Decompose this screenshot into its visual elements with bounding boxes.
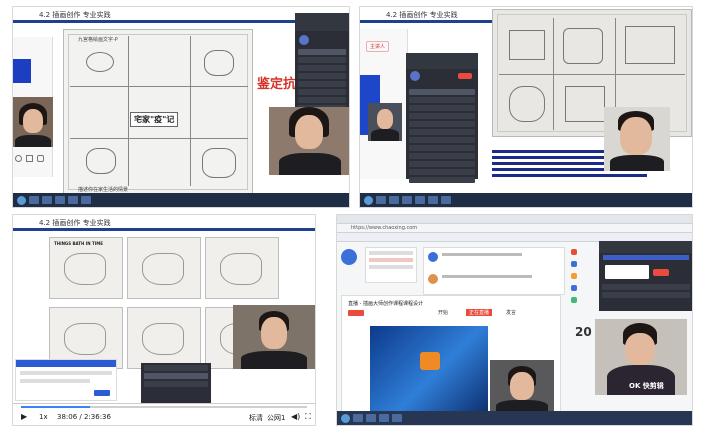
shared-desktop [370, 326, 488, 414]
slide-heading: 4.2 插画创作 专业实践 [13, 215, 315, 231]
screenshot-video-replay: 4.2 插画创作 专业实践 THINGS BATH IN TIME ▶ 1x 3… [12, 214, 316, 426]
live-indicator [348, 310, 364, 316]
live-window[interactable]: 直播 - 插画大师创作课程课程设计 开始 正在直播 发言 [341, 295, 561, 419]
nine-grid-comic: 九宫格绘画文字-P 宅家"疫"记 描述你在家生活的情景 [63, 29, 253, 195]
side-red-title: 鉴定抗 [257, 77, 297, 92]
comic-cell-title: THINGS BATH IN TIME [54, 241, 103, 246]
windows-taskbar[interactable] [360, 193, 692, 207]
fullscreen-icon[interactable]: ⛶ [305, 412, 311, 422]
right-sidebar[interactable] [571, 249, 595, 329]
teacher-webcam [233, 305, 315, 369]
blue-block [13, 59, 31, 83]
browser-address-bar[interactable]: https://www.chaoxing.com [337, 224, 692, 233]
video-player-controls[interactable]: ▶ 1x 38:06 / 2:36:36 标清 公网1 ◀) ⛶ [13, 403, 315, 425]
live-window-title: 直播 - 插画大师创作课程课程设计 [348, 301, 423, 307]
site-logo[interactable] [341, 249, 357, 265]
tab-start[interactable]: 开始 [438, 309, 448, 316]
comic-cell-3 [205, 237, 279, 299]
tab-living[interactable]: 正在直播 [466, 309, 493, 316]
watermark: OK 快剪辑 [629, 382, 664, 390]
course-list[interactable] [365, 247, 417, 283]
browser-tabs[interactable] [337, 215, 692, 224]
side-window [13, 37, 53, 177]
volume-icon[interactable]: ◀) [291, 412, 300, 421]
screenshot-class-slide-1: 4.2 插画创作 专业实践 九宫格绘画文字-P 宅家"疫"记 描述你在家生活的情… [12, 6, 350, 208]
line-button[interactable]: 公网1 [267, 413, 285, 423]
comic-cell-5 [127, 307, 201, 369]
windows-taskbar[interactable] [337, 411, 692, 425]
student-webcam-4 [490, 360, 554, 414]
chat-panel[interactable] [599, 241, 692, 311]
app-icon [420, 352, 440, 370]
chat-panel[interactable] [295, 13, 349, 113]
comic-bottom-note: 描述你在家生活的情景 [78, 187, 129, 193]
chat-panel[interactable] [406, 53, 478, 183]
comic-cell-1: THINGS BATH IN TIME [49, 237, 123, 299]
time-display: 38:06 / 2:36:36 [57, 413, 111, 421]
date-large: 20 [575, 325, 592, 339]
windows-taskbar[interactable] [13, 193, 349, 207]
speed-button[interactable]: 1x [39, 413, 48, 421]
play-icon[interactable]: ▶ [21, 412, 27, 421]
teacher-webcam [269, 107, 349, 175]
comic-center-title: 宅家"疫"记 [130, 112, 179, 127]
tab-speak[interactable]: 发言 [506, 309, 516, 316]
student-webcam-3 [604, 107, 670, 171]
chat-panel[interactable] [141, 363, 211, 403]
comic-cell-2 [127, 237, 201, 299]
comic-note: 九宫格绘画文字-P [78, 37, 118, 43]
student-webcam-1 [13, 97, 53, 147]
presenter-tag[interactable]: 主讲人 [366, 41, 390, 52]
quality-button[interactable]: 标清 [249, 413, 263, 423]
screenshot-live-browser: https://www.chaoxing.com 直播 - 插画大师创作课程课程… [336, 214, 693, 426]
progress-bar[interactable] [21, 406, 307, 408]
student-webcam-2 [368, 103, 402, 141]
screenshot-class-slide-2: 4.2 插画创作 专业实践 主讲人 [359, 6, 693, 208]
student-webcam-5: OK 快剪辑 [595, 319, 687, 395]
feed-card[interactable] [423, 247, 565, 295]
popup-dialog[interactable] [15, 359, 117, 401]
control-icons[interactable] [15, 155, 51, 167]
